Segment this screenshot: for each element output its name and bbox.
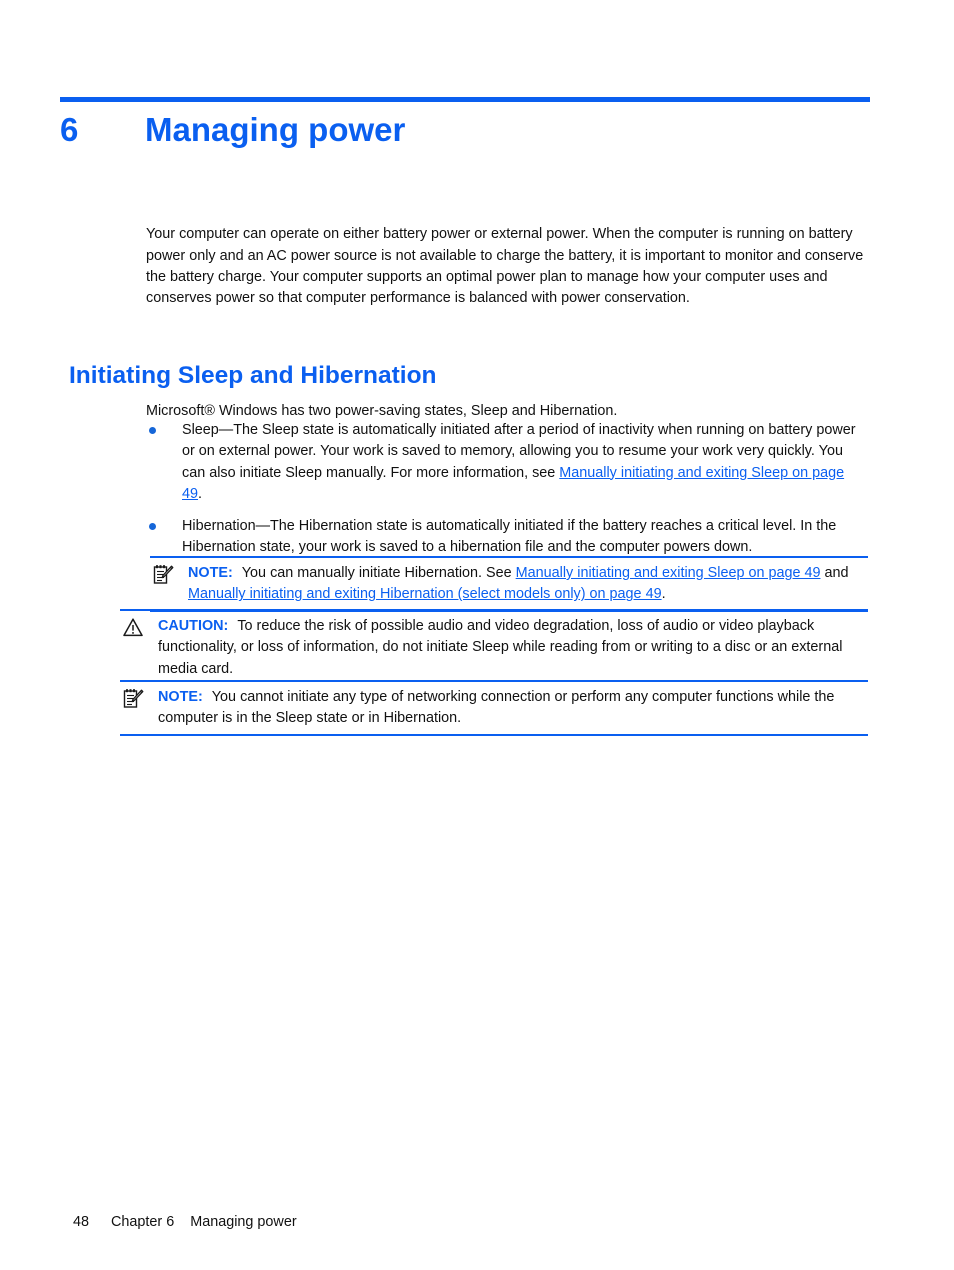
note-admonition-1: NOTE: You can manually initiate Hibernati… — [150, 556, 868, 612]
list-item: Hibernation—The Hibernation state is aut… — [146, 516, 868, 559]
section-heading: Initiating Sleep and Hibernation — [69, 362, 437, 390]
chapter-title: Managing power — [145, 111, 406, 148]
note-text-between: and — [820, 565, 849, 581]
document-page: 6 Managing power Your computer can opera… — [0, 0, 954, 1270]
caution-label: CAUTION: — [158, 618, 229, 634]
chapter-number: 6 — [60, 111, 79, 148]
footer-chapter-title: Managing power — [190, 1214, 297, 1230]
note-text: You can manually initiate Hibernation. S… — [241, 565, 516, 581]
note-text-tail: . — [661, 586, 666, 603]
list-item-text: Hibernation—The Hibernation state is aut… — [182, 518, 837, 556]
bullet-dot-icon — [149, 523, 156, 531]
note-body: NOTE: You cannot initiate any type of net… — [120, 682, 868, 734]
note-icon — [122, 688, 144, 709]
caution-text: To reduce the risk of possible audio and… — [158, 618, 843, 677]
chapter-heading: 6 Managing power — [60, 108, 870, 156]
note-icon — [152, 564, 174, 585]
note-body: NOTE: You can manually initiate Hibernati… — [150, 558, 868, 610]
note-admonition-2: NOTE: You cannot initiate any type of net… — [120, 680, 868, 736]
note-label: NOTE: — [158, 689, 203, 705]
caution-body: CAUTION: To reduce the risk of possible a… — [120, 611, 868, 684]
caution-icon — [122, 617, 144, 638]
page-footer: 48 Chapter 6 Managing power — [57, 1192, 297, 1252]
cross-reference-link[interactable]: Manually initiating and exiting Hibernat… — [188, 586, 662, 602]
list-item-text-tail: . — [198, 485, 203, 502]
cross-reference-link[interactable]: Manually initiating and exiting Sleep on… — [516, 565, 821, 581]
note-text: You cannot initiate any type of networki… — [158, 689, 835, 727]
footer-chapter-label: Chapter 6 — [111, 1214, 175, 1230]
list-item: Sleep—The Sleep state is automatically i… — [146, 420, 868, 505]
caution-admonition: CAUTION: To reduce the risk of possible a… — [120, 609, 868, 684]
bullet-dot-icon — [149, 427, 156, 434]
note-label: NOTE: — [188, 565, 233, 581]
footer-page-number: 48 — [73, 1214, 90, 1230]
bullet-list: Sleep—The Sleep state is automatically i… — [146, 420, 868, 570]
intro-paragraph: Your computer can operate on either batt… — [146, 226, 864, 307]
chapter-rule — [60, 97, 870, 102]
